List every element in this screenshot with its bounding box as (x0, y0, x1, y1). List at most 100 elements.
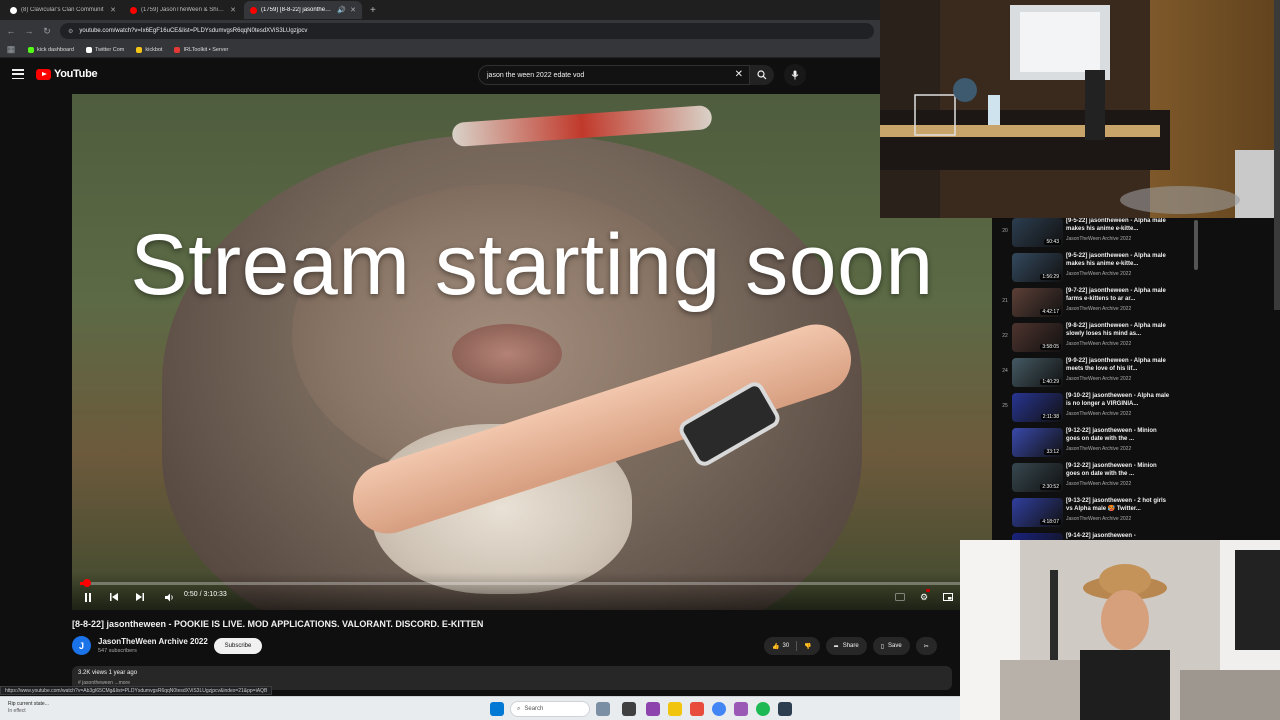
taskbar-search[interactable]: ⌕ Search (510, 701, 590, 717)
address-bar[interactable]: ⚙ youtube.com/watch?v=Ix6EgF16uCE&list=P… (60, 23, 874, 39)
voice-search-button[interactable] (784, 64, 806, 86)
next-button[interactable] (134, 590, 146, 604)
playlist-index: 24 (1002, 368, 1008, 374)
subtitles-button[interactable] (894, 590, 906, 604)
app-icon[interactable] (734, 702, 748, 716)
dislike-button[interactable]: 👎 (804, 643, 811, 650)
time-display: 0:50 / 3:10:33 (184, 591, 227, 598)
search-button[interactable] (750, 65, 774, 85)
playlist-item[interactable]: 24 1:40:29 [9-9-22] jasontheween - Alpha m… (1000, 356, 1202, 391)
youtube-header: YouTube jason the ween 2022 edate vod ✕ (0, 58, 880, 92)
apps-icon[interactable]: ▦ (6, 44, 16, 55)
playlist-thumbnail[interactable]: 3:58:05 (1012, 323, 1063, 352)
playlist-item-title[interactable]: [9-13-22] jasontheween - 2 hot girls vs … (1066, 497, 1170, 513)
spotify-icon[interactable] (756, 702, 770, 716)
speaker-icon[interactable]: 🔊 (337, 6, 346, 14)
playlist-item-title[interactable]: [9-10-22] jasontheween - Alpha male is n… (1066, 392, 1170, 408)
playlist-item[interactable]: 1:56:29 [9-5-22] jasontheween - Alpha mal… (1000, 251, 1202, 286)
reload-icon[interactable]: ↻ (42, 26, 52, 37)
duration-badge: 4:18:07 (1040, 519, 1061, 525)
browser-tab-active[interactable]: (1759) [8-8-22] jasontheween 🔊 ✕ (244, 1, 362, 19)
like-button[interactable]: 👍 30 (772, 643, 789, 650)
thumbs-up-icon: 👍 (772, 643, 780, 650)
playlist-thumbnail[interactable]: 4:18:07 (1012, 498, 1063, 527)
playlist-item[interactable]: 4:18:07 [9-13-22] jasontheween - 2 hot gi… (1000, 496, 1202, 531)
playlist-thumbnail[interactable]: 4:42:17 (1012, 288, 1063, 317)
page-scrollbar[interactable] (1274, 0, 1280, 310)
playlist-item-title[interactable]: [9-12-22] jasontheween - Minion goes on … (1066, 462, 1170, 478)
playlist-item[interactable]: 2:30:52 [9-12-22] jasontheween - Minion g… (1000, 461, 1202, 496)
playlist-thumbnail[interactable]: 1:40:29 (1012, 358, 1063, 387)
subscribe-button[interactable]: Subscribe (214, 638, 262, 654)
playlist-scrollbar[interactable] (1194, 220, 1198, 270)
playlist-thumbnail[interactable]: 33:12 (1012, 428, 1063, 457)
miniplayer-icon (943, 593, 953, 601)
browser-tab[interactable]: (8) Clavicular's Clan Communit ✕ (4, 1, 122, 19)
file-explorer-icon[interactable] (668, 702, 682, 716)
tab-title: (1759) [8-8-22] jasontheween (261, 7, 334, 13)
bookmark-item[interactable]: Twitter Com (86, 46, 124, 53)
playlist-thumbnail[interactable]: 2:11:38 (1012, 393, 1063, 422)
playlist-thumbnail[interactable] (1012, 533, 1063, 540)
playlist-thumbnail[interactable]: 50:43 (1012, 218, 1063, 247)
view-count-date: 3.2K views 1 year ago (78, 670, 138, 676)
playlist-item-title[interactable]: [9-5-22] jasontheween - Alpha male makes… (1066, 217, 1170, 233)
clip-button[interactable]: ✂ (915, 637, 937, 655)
playlist-item-title[interactable]: [9-12-22] jasontheween - Minion goes on … (1066, 427, 1170, 443)
pause-button[interactable] (82, 590, 94, 604)
share-button[interactable]: ➦ Share (825, 637, 867, 655)
settings-button[interactable]: ⚙ (918, 589, 930, 604)
playlist-item[interactable]: 33:12 [9-12-22] jasontheween - Minion goe… (1000, 426, 1202, 461)
duration-badge: 1:56:29 (1040, 274, 1061, 280)
weather-widget[interactable]: Rip current state... In effect (8, 701, 108, 715)
task-view-icon[interactable] (596, 702, 610, 716)
playlist-thumbnail[interactable]: 2:30:52 (1012, 463, 1063, 492)
new-tab-icon[interactable]: + (364, 5, 382, 16)
progress-scrubber[interactable] (83, 579, 92, 587)
previous-button[interactable] (108, 590, 120, 604)
site-info-icon[interactable]: ⚙ (68, 28, 73, 35)
playlist-item-title[interactable]: [9-9-22] jasontheween - Alpha male meets… (1066, 357, 1170, 373)
channel-avatar[interactable]: J (72, 636, 91, 655)
playlist-item[interactable]: 22 3:58:05 [9-8-22] jasontheween - Alpha m… (1000, 321, 1202, 356)
clear-search-icon[interactable]: ✕ (735, 69, 743, 80)
app-icon[interactable] (690, 702, 704, 716)
terminal-icon[interactable] (622, 702, 636, 716)
playlist-item[interactable]: 25 2:11:38 [9-10-22] jasontheween - Alpha … (1000, 391, 1202, 426)
playlist-item[interactable]: 21 4:42:17 [9-7-22] jasontheween - Alpha m… (1000, 286, 1202, 321)
video-player[interactable]: Stream starting soon 0:50 / 3:10:33 ⚙ (72, 94, 992, 610)
search-input[interactable]: jason the ween 2022 edate vod ✕ (478, 65, 750, 85)
save-button[interactable]: ▯ Save (872, 637, 910, 655)
youtube-logo[interactable]: YouTube (36, 68, 98, 80)
playlist-item-title[interactable]: [9-5-22] jasontheween - Alpha male makes… (1066, 252, 1170, 268)
chrome-icon[interactable] (712, 702, 726, 716)
playlist-item-title[interactable]: [9-8-22] jasontheween - Alpha male slowl… (1066, 322, 1170, 338)
bookmark-item[interactable]: kick dashboard (28, 46, 74, 53)
windows-start-icon[interactable] (490, 702, 504, 716)
playlist-item-title[interactable]: [9-14-22] jasontheween - (1066, 532, 1170, 540)
youtube-favicon-icon (250, 6, 257, 14)
back-icon[interactable]: ← (6, 26, 16, 36)
volume-button[interactable] (164, 590, 176, 604)
hamburger-menu-icon[interactable] (12, 69, 24, 79)
tab-close-icon[interactable]: ✕ (230, 6, 236, 14)
webcam-room-view (880, 0, 1280, 218)
tab-close-icon[interactable]: ✕ (110, 6, 116, 14)
miniplayer-button[interactable] (942, 590, 954, 604)
volume-icon (165, 593, 173, 601)
app-icon[interactable] (646, 702, 660, 716)
bookmark-item[interactable]: kickbot (136, 46, 162, 53)
browser-tab[interactable]: (1759) JasonTheWeen & Shizuk ✕ (124, 1, 242, 19)
playlist-thumbnail[interactable]: 1:56:29 (1012, 253, 1063, 282)
playlist-item[interactable]: 20 50:43 [9-5-22] jasontheween - Alpha mal… (1000, 216, 1202, 251)
playlist-item[interactable]: [9-14-22] jasontheween - (1000, 531, 1202, 540)
bookmark-item[interactable]: IRLToolkit • Server (174, 46, 228, 53)
channel-name[interactable]: JasonTheWeen Archive 2022 (98, 637, 208, 646)
progress-bar[interactable] (80, 579, 984, 587)
steam-icon[interactable] (778, 702, 792, 716)
forward-icon[interactable]: → (24, 26, 34, 36)
link-status-bar: https://www.youtube.com/watch?v=Ab3gI65C… (0, 686, 273, 695)
tab-title: (8) Clavicular's Clan Communit (21, 7, 104, 13)
tab-close-icon[interactable]: ✕ (350, 6, 356, 14)
playlist-item-title[interactable]: [9-7-22] jasontheween - Alpha male farms… (1066, 287, 1170, 303)
